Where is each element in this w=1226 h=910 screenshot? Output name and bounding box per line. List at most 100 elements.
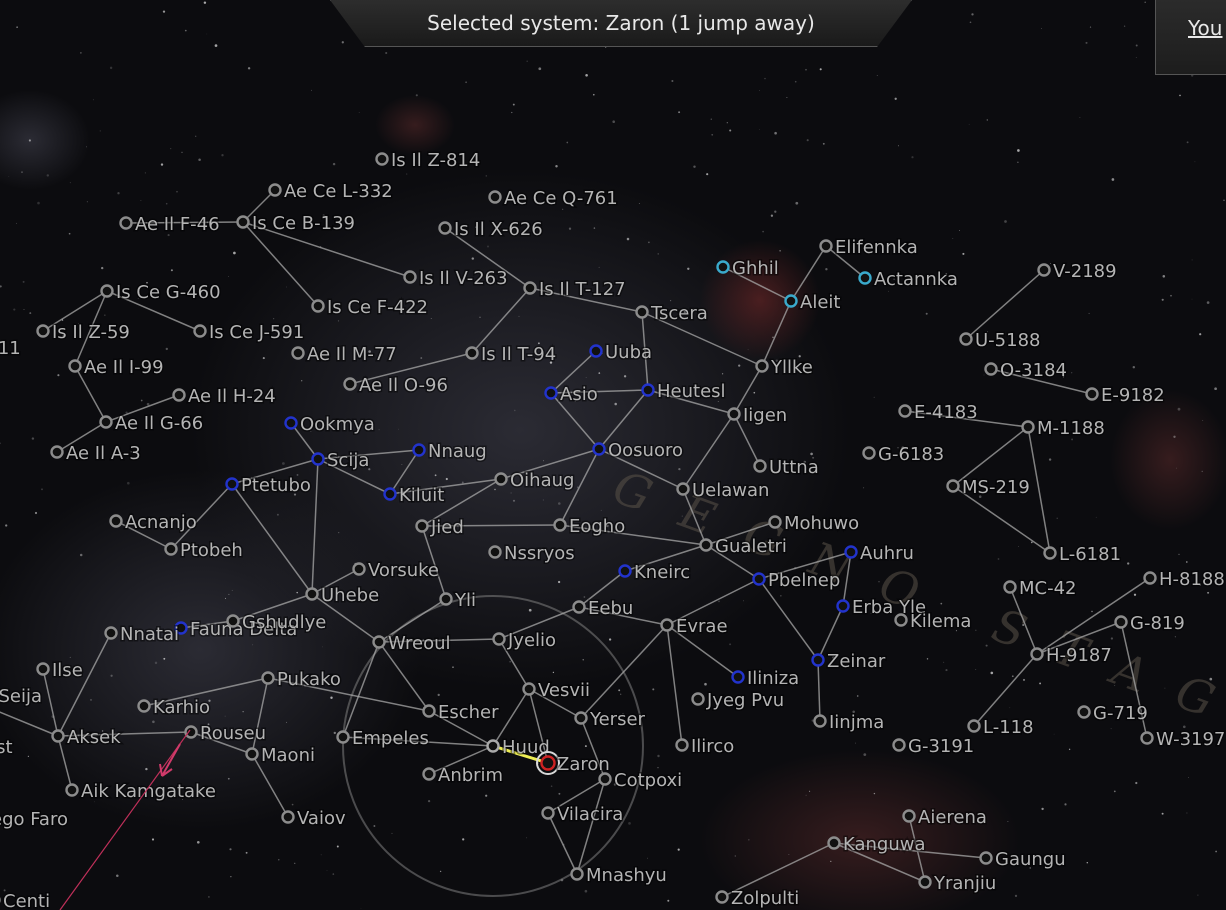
- system-node[interactable]: [50, 445, 64, 459]
- system-node[interactable]: [193, 324, 207, 338]
- system-node[interactable]: [589, 344, 603, 358]
- system-node[interactable]: [225, 477, 239, 491]
- star-system[interactable]: Is Il Z-59: [36, 321, 131, 345]
- system-node[interactable]: [691, 692, 705, 706]
- system-node[interactable]: [1114, 615, 1128, 629]
- system-node[interactable]: [819, 239, 833, 253]
- system-node[interactable]: [236, 215, 250, 229]
- system-node[interactable]: [403, 270, 417, 284]
- system-node[interactable]: [184, 725, 198, 739]
- top-right-link[interactable]: You: [1188, 16, 1222, 40]
- system-node[interactable]: [100, 284, 114, 298]
- system-node[interactable]: [544, 386, 558, 400]
- system-node[interactable]: [902, 809, 916, 823]
- star-system[interactable]: Ae Il F-46: [119, 213, 221, 237]
- star-system[interactable]: Is Il V-263: [403, 267, 509, 291]
- system-node[interactable]: [305, 587, 319, 601]
- system-node[interactable]: [492, 632, 506, 646]
- system-node[interactable]: [715, 890, 729, 904]
- system-node[interactable]: [1021, 420, 1035, 434]
- system-node[interactable]: [99, 415, 113, 429]
- system-node[interactable]: [109, 514, 123, 528]
- system-node[interactable]: [858, 271, 872, 285]
- system-node[interactable]: [553, 518, 567, 532]
- system-node[interactable]: [699, 538, 713, 552]
- star-system[interactable]: Gshudlye: [226, 611, 328, 635]
- system-node[interactable]: [813, 714, 827, 728]
- system-node[interactable]: [119, 216, 133, 230]
- system-node[interactable]: [768, 515, 782, 529]
- system-node[interactable]: [572, 600, 586, 614]
- star-system[interactable]: Centi: [0, 890, 52, 910]
- system-node[interactable]: [660, 618, 674, 632]
- system-node[interactable]: [281, 810, 295, 824]
- system-node[interactable]: [635, 305, 649, 319]
- system-node[interactable]: [574, 711, 588, 725]
- system-node[interactable]: [752, 572, 766, 586]
- system-node[interactable]: [65, 783, 79, 797]
- system-node[interactable]: [164, 542, 178, 556]
- star-system[interactable]: Is Il Z-814: [375, 149, 482, 173]
- system-node[interactable]: [570, 867, 584, 881]
- star-system[interactable]: Is Ce J-591: [193, 321, 306, 345]
- system-node[interactable]: [438, 221, 452, 235]
- star-system[interactable]: Is Il T-127: [523, 278, 627, 302]
- system-node[interactable]: [422, 767, 436, 781]
- system-node[interactable]: [352, 562, 366, 576]
- system-node[interactable]: [641, 383, 655, 397]
- system-node[interactable]: [36, 662, 50, 676]
- system-node[interactable]: [540, 755, 556, 771]
- system-node[interactable]: [137, 699, 151, 713]
- star-system[interactable]: Jyeg Pvu: [691, 689, 786, 713]
- system-node[interactable]: [375, 152, 389, 166]
- system-node[interactable]: [261, 671, 275, 685]
- system-node[interactable]: [465, 346, 479, 360]
- system-node[interactable]: [51, 729, 65, 743]
- star-system[interactable]: Is Ce B-139: [236, 212, 356, 236]
- system-node[interactable]: [1037, 263, 1051, 277]
- system-node[interactable]: [811, 653, 825, 667]
- system-node[interactable]: [311, 452, 325, 466]
- star-system[interactable]: Empeles: [336, 727, 430, 751]
- system-node[interactable]: [984, 362, 998, 376]
- system-node[interactable]: [284, 416, 298, 430]
- star-system[interactable]: Ae Il M-77: [291, 343, 398, 367]
- system-node[interactable]: [844, 545, 858, 559]
- system-node[interactable]: [592, 442, 606, 456]
- star-system[interactable]: Ae Il H-24: [172, 385, 277, 409]
- system-node[interactable]: [979, 851, 993, 865]
- system-node[interactable]: [755, 359, 769, 373]
- system-node[interactable]: [488, 190, 502, 204]
- system-node[interactable]: [523, 281, 537, 295]
- star-system[interactable]: Ae Il O-96: [343, 374, 449, 398]
- star-system[interactable]: B-11: [0, 337, 22, 361]
- system-node[interactable]: [967, 719, 981, 733]
- system-node[interactable]: [1030, 647, 1044, 661]
- star-system[interactable]: Actannka: [858, 268, 959, 292]
- system-node[interactable]: [946, 479, 960, 493]
- system-node[interactable]: [1143, 571, 1157, 585]
- system-node[interactable]: [522, 682, 536, 696]
- star-system[interactable]: Mnashyu: [570, 864, 668, 888]
- system-node[interactable]: [226, 614, 240, 628]
- system-node[interactable]: [486, 739, 500, 753]
- system-node[interactable]: [727, 407, 741, 421]
- system-node[interactable]: [372, 635, 386, 649]
- star-system[interactable]: ego Faro: [0, 808, 69, 832]
- system-node[interactable]: [1140, 731, 1154, 745]
- system-node[interactable]: [412, 443, 426, 457]
- system-node[interactable]: [291, 346, 305, 360]
- star-system[interactable]: Elifennka: [819, 236, 919, 260]
- system-node[interactable]: [104, 626, 118, 640]
- system-node[interactable]: [343, 377, 357, 391]
- system-node[interactable]: [336, 730, 350, 744]
- system-node[interactable]: [245, 747, 259, 761]
- system-node[interactable]: [959, 332, 973, 346]
- star-system[interactable]: Aik Kamgatake: [65, 780, 217, 804]
- system-node[interactable]: [1077, 705, 1091, 719]
- star-system[interactable]: Ae Il G-66: [99, 412, 205, 436]
- star-system[interactable]: Ae Il I-99: [68, 356, 165, 380]
- system-node[interactable]: [268, 183, 282, 197]
- system-node[interactable]: [541, 806, 555, 820]
- system-node[interactable]: [1043, 546, 1057, 560]
